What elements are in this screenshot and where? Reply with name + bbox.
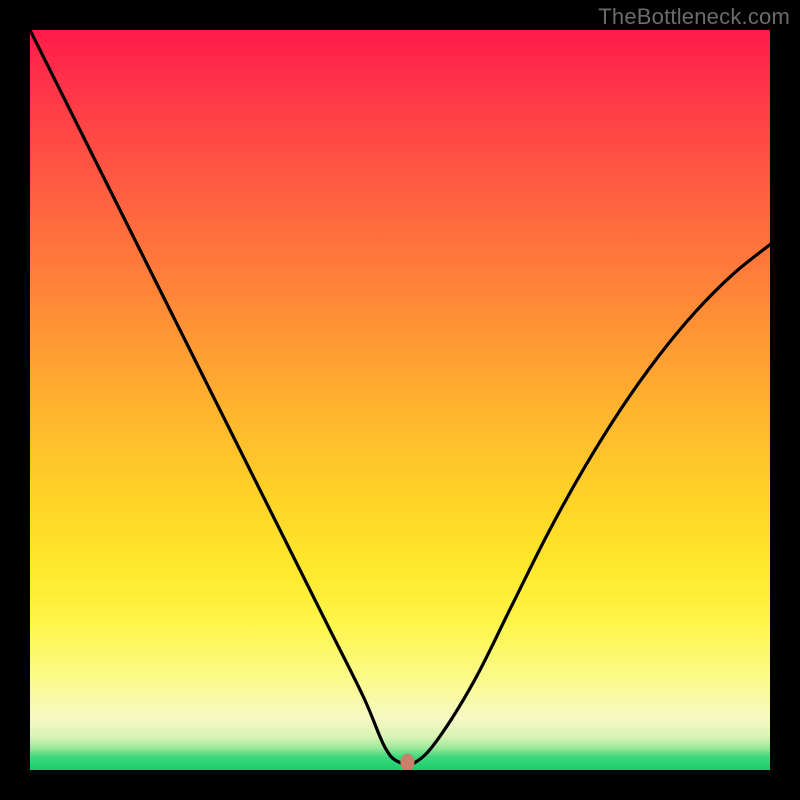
minimum-marker xyxy=(400,754,414,770)
bottleneck-curve xyxy=(30,30,770,765)
plot-area xyxy=(30,30,770,770)
curve-layer xyxy=(30,30,770,770)
watermark-text: TheBottleneck.com xyxy=(598,4,790,30)
chart-frame: TheBottleneck.com xyxy=(0,0,800,800)
